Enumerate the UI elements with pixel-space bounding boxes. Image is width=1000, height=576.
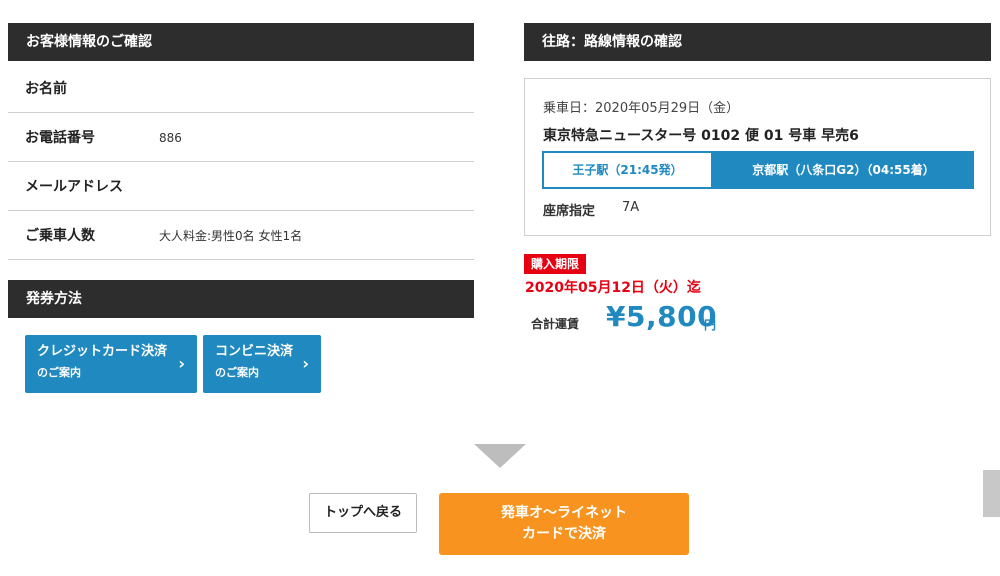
seat-value: 7A: [622, 200, 640, 215]
train-name: 東京特急ニュースター号 0102 便 01 号車 早売6: [543, 128, 859, 144]
email-row: メールアドレス: [8, 163, 474, 211]
chevron-right-icon: ›: [302, 354, 309, 373]
pay-by-card-button[interactable]: 発車オ～ライネット カードで決済: [439, 493, 689, 555]
passengers-row: ご乗車人数 大人料金:男性0名 女性1名: [8, 212, 474, 260]
name-row: お名前: [8, 65, 474, 113]
ticketing-method-header: 発券方法: [8, 280, 474, 318]
total-fare-value: ¥5,800: [606, 300, 718, 333]
purchase-deadline-badge: 購入期限: [524, 254, 587, 274]
convenience-store-guide-button[interactable]: コンビニ決済 のご案内 ›: [203, 335, 321, 393]
pay-by-card-line1: 発車オ～ライネット: [501, 505, 627, 521]
arrow-down-icon: [474, 444, 526, 468]
passengers-value: 大人料金:男性0名 女性1名: [159, 229, 303, 243]
total-fare-unit: 円: [704, 318, 717, 332]
name-label: お名前: [25, 81, 67, 97]
email-label: メールアドレス: [25, 179, 123, 195]
phone-value: 886: [159, 131, 182, 145]
passengers-label: ご乗車人数: [25, 228, 95, 244]
credit-card-guide-subtitle: のご案内: [37, 366, 81, 379]
scrollbar-thumb[interactable]: [983, 470, 1000, 517]
credit-card-guide-title: クレジットカード決済: [37, 344, 168, 359]
chevron-right-icon: ›: [178, 354, 185, 373]
back-to-top-button[interactable]: トップへ戻る: [309, 493, 417, 533]
phone-label: お電話番号: [25, 130, 95, 146]
route-info-header: 往路：路線情報の確認: [524, 23, 991, 61]
boarding-date: 乗車日：2020年05月29日（金）: [543, 101, 740, 116]
departure-station: 王子駅（21:45発）: [542, 151, 713, 189]
route-card: 乗車日：2020年05月29日（金） 東京特急ニュースター号 0102 便 01…: [524, 78, 991, 236]
pay-by-card-line2: カードで決済: [522, 526, 606, 542]
arrival-station: 京都駅（八条口G2）（04:55着）: [713, 151, 974, 189]
purchase-deadline-date: 2020年05月12日（火）迄: [525, 280, 701, 296]
seat-label: 座席指定: [543, 204, 596, 219]
total-fare-label: 合計運賃: [531, 317, 580, 331]
phone-row: お電話番号 886: [8, 114, 474, 162]
credit-card-guide-button[interactable]: クレジットカード決済 のご案内 ›: [25, 335, 197, 393]
customer-info-header: お客様情報のご確認: [8, 23, 474, 61]
station-bar: 王子駅（21:45発） 京都駅（八条口G2）（04:55着）: [542, 151, 974, 189]
